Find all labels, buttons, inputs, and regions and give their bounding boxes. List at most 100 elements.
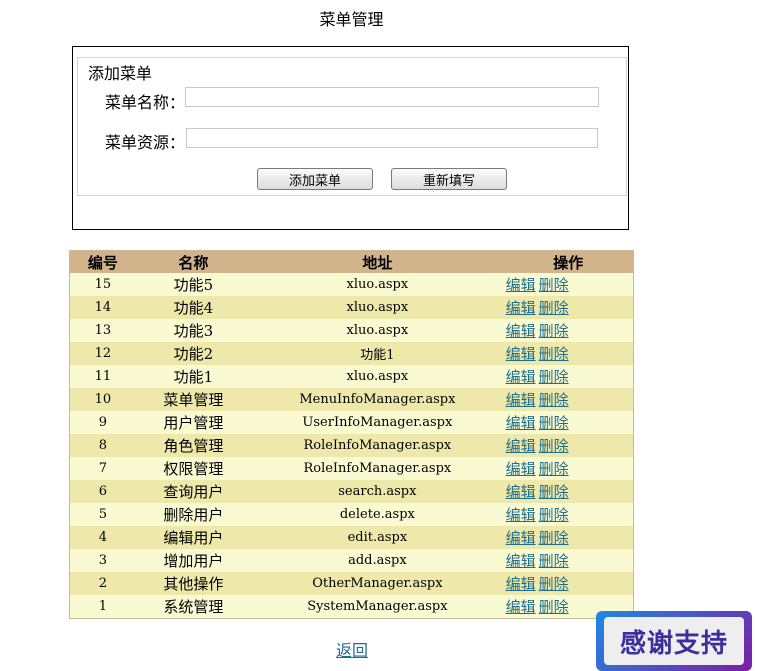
cell-name: 角色管理 <box>135 434 252 457</box>
table-row: 10 菜单管理 MenuInfoManager.aspx 编辑 删除 <box>69 388 634 411</box>
delete-link[interactable]: 删除 <box>539 460 569 478</box>
cell-operations: 编辑 删除 <box>503 411 634 434</box>
cell-id: 2 <box>69 572 136 595</box>
delete-link[interactable]: 删除 <box>539 391 569 409</box>
header-operations: 操作 <box>503 250 634 273</box>
back-link[interactable]: 返回 <box>336 637 368 661</box>
cell-id: 7 <box>69 457 136 480</box>
cell-id: 10 <box>69 388 136 411</box>
cell-name: 其他操作 <box>135 572 252 595</box>
menu-table: 编号 名称 地址 操作 15 功能5 xluo.aspx 编辑 删除 14 功能4 xluo.… <box>69 250 634 619</box>
table-row: 13 功能3 xluo.aspx 编辑 删除 <box>69 319 634 342</box>
table-row: 7 权限管理 RoleInfoManager.aspx 编辑 删除 <box>69 457 634 480</box>
thanks-support-text: 感谢支持 <box>604 617 744 665</box>
cell-operations: 编辑 删除 <box>503 273 634 296</box>
cell-operations: 编辑 删除 <box>503 572 634 595</box>
table-row: 15 功能5 xluo.aspx 编辑 删除 <box>69 273 634 296</box>
delete-link[interactable]: 删除 <box>539 506 569 524</box>
menu-resource-input[interactable] <box>186 128 598 148</box>
cell-address: xluo.aspx <box>251 296 504 319</box>
cell-name: 删除用户 <box>135 503 252 526</box>
table-row: 6 查询用户 search.aspx 编辑 删除 <box>69 480 634 503</box>
thanks-support-badge[interactable]: 感谢支持 <box>596 611 752 671</box>
cell-id: 8 <box>69 434 136 457</box>
edit-link[interactable]: 编辑 <box>506 575 536 593</box>
edit-link[interactable]: 编辑 <box>506 322 536 340</box>
page-title: 菜单管理 <box>319 10 384 29</box>
delete-link[interactable]: 删除 <box>539 483 569 501</box>
edit-link[interactable]: 编辑 <box>506 460 536 478</box>
edit-link[interactable]: 编辑 <box>506 437 536 455</box>
edit-link[interactable]: 编辑 <box>506 299 536 317</box>
cell-address: RoleInfoManager.aspx <box>251 457 504 480</box>
cell-operations: 编辑 删除 <box>503 365 634 388</box>
delete-link[interactable]: 删除 <box>539 368 569 386</box>
cell-id: 12 <box>69 342 136 365</box>
cell-name: 增加用户 <box>135 549 252 572</box>
menu-resource-label: 菜单资源： <box>105 133 186 152</box>
edit-link[interactable]: 编辑 <box>506 506 536 524</box>
delete-link[interactable]: 删除 <box>539 598 569 616</box>
edit-link[interactable]: 编辑 <box>506 276 536 294</box>
table-row: 3 增加用户 add.aspx 编辑 删除 <box>69 549 634 572</box>
cell-id: 4 <box>69 526 136 549</box>
reset-form-button[interactable]: 重新填写 <box>391 168 507 190</box>
edit-link[interactable]: 编辑 <box>506 414 536 432</box>
cell-address: RoleInfoManager.aspx <box>251 434 504 457</box>
delete-link[interactable]: 删除 <box>539 437 569 455</box>
cell-operations: 编辑 删除 <box>503 480 634 503</box>
delete-link[interactable]: 删除 <box>539 299 569 317</box>
cell-name: 功能1 <box>135 365 252 388</box>
menu-name-input[interactable] <box>185 87 599 107</box>
delete-link[interactable]: 删除 <box>539 414 569 432</box>
table-header-row: 编号 名称 地址 操作 <box>69 250 634 273</box>
edit-link[interactable]: 编辑 <box>506 368 536 386</box>
cell-address: xluo.aspx <box>251 273 504 296</box>
delete-link[interactable]: 删除 <box>539 575 569 593</box>
table-row: 1 系统管理 SystemManager.aspx 编辑 删除 <box>69 595 634 619</box>
cell-id: 11 <box>69 365 136 388</box>
delete-link[interactable]: 删除 <box>539 276 569 294</box>
add-menu-button[interactable]: 添加菜单 <box>257 168 373 190</box>
cell-name: 功能2 <box>135 342 252 365</box>
cell-operations: 编辑 删除 <box>503 319 634 342</box>
cell-id: 13 <box>69 319 136 342</box>
cell-address: xluo.aspx <box>251 365 504 388</box>
table-row: 4 编辑用户 edit.aspx 编辑 删除 <box>69 526 634 549</box>
edit-link[interactable]: 编辑 <box>506 483 536 501</box>
cell-id: 9 <box>69 411 136 434</box>
cell-operations: 编辑 删除 <box>503 342 634 365</box>
cell-operations: 编辑 删除 <box>503 503 634 526</box>
cell-address: MenuInfoManager.aspx <box>251 388 504 411</box>
delete-link[interactable]: 删除 <box>539 322 569 340</box>
cell-address: xluo.aspx <box>251 319 504 342</box>
cell-id: 15 <box>69 273 136 296</box>
cell-address: edit.aspx <box>251 526 504 549</box>
edit-link[interactable]: 编辑 <box>506 529 536 547</box>
cell-operations: 编辑 删除 <box>503 457 634 480</box>
cell-operations: 编辑 删除 <box>503 549 634 572</box>
cell-id: 3 <box>69 549 136 572</box>
table-row: 14 功能4 xluo.aspx 编辑 删除 <box>69 296 634 319</box>
header-address: 地址 <box>251 250 504 273</box>
edit-link[interactable]: 编辑 <box>506 391 536 409</box>
table-row: 2 其他操作 OtherManager.aspx 编辑 删除 <box>69 572 634 595</box>
edit-link[interactable]: 编辑 <box>506 598 536 616</box>
cell-address: 功能1 <box>251 342 504 365</box>
edit-link[interactable]: 编辑 <box>506 552 536 570</box>
table-row: 12 功能2 功能1 编辑 删除 <box>69 342 634 365</box>
fieldset-legend: 添加菜单 <box>86 60 155 84</box>
header-id: 编号 <box>69 250 136 273</box>
cell-address: delete.aspx <box>251 503 504 526</box>
cell-id: 6 <box>69 480 136 503</box>
cell-operations: 编辑 删除 <box>503 434 634 457</box>
cell-name: 功能3 <box>135 319 252 342</box>
cell-address: add.aspx <box>251 549 504 572</box>
delete-link[interactable]: 删除 <box>539 552 569 570</box>
edit-link[interactable]: 编辑 <box>506 345 536 363</box>
delete-link[interactable]: 删除 <box>539 345 569 363</box>
cell-address: OtherManager.aspx <box>251 572 504 595</box>
table-body: 15 功能5 xluo.aspx 编辑 删除 14 功能4 xluo.aspx 编辑 删除 13 功能… <box>69 273 634 619</box>
delete-link[interactable]: 删除 <box>539 529 569 547</box>
cell-name: 编辑用户 <box>135 526 252 549</box>
